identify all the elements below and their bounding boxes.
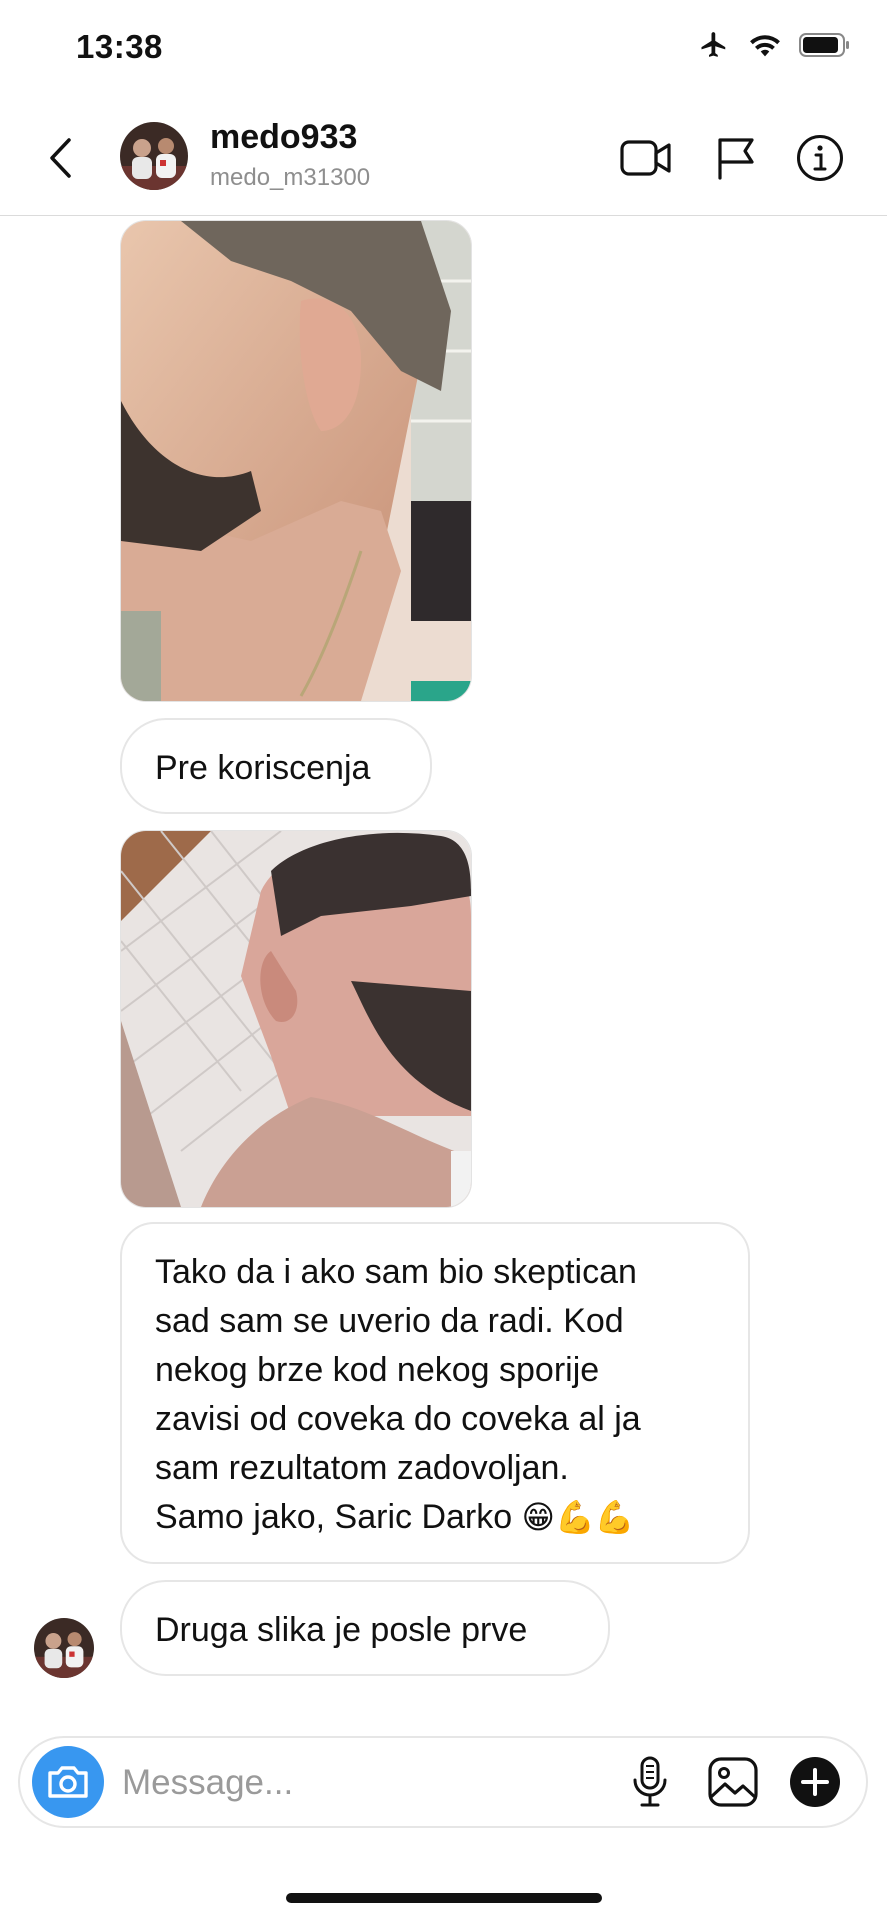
video-call-button[interactable] (620, 132, 672, 184)
battery-icon (799, 33, 849, 57)
message-line: sad sam se uverio da radi. Kod (155, 1302, 624, 1340)
gallery-button[interactable] (703, 1752, 763, 1812)
header-username[interactable]: medo933 (210, 118, 357, 157)
message-line: sam rezultatom zadovoljan. (155, 1449, 569, 1487)
message-line-last: Samo jako, Saric Darko 😁💪💪 (155, 1493, 715, 1542)
message-line: zavisi od coveka do coveka al ja (155, 1400, 641, 1438)
home-indicator[interactable] (286, 1893, 602, 1903)
status-bar: 13:38 (0, 0, 887, 100)
header-handle: medo_m31300 (210, 164, 371, 191)
status-time: 13:38 (76, 28, 163, 65)
plus-icon (790, 1757, 840, 1807)
sender-avatar[interactable] (34, 1618, 94, 1678)
microphone-icon (633, 1756, 667, 1807)
message-bubble-last[interactable]: Druga slika je posle prve (120, 1580, 610, 1676)
photo-message-before[interactable] (120, 220, 472, 702)
gallery-icon (708, 1757, 758, 1807)
voice-message-button[interactable] (620, 1752, 680, 1812)
photo-message-after[interactable] (120, 830, 472, 1208)
report-button[interactable] (710, 132, 762, 184)
airplane-icon (701, 32, 726, 57)
message-line: Samo jako, Saric Darko (155, 1498, 513, 1536)
more-options-button[interactable] (785, 1752, 845, 1812)
message-input[interactable] (120, 1752, 504, 1814)
emoji-group: 😁💪💪 (521, 1498, 635, 1536)
message-line: nekog brze kod nekog sporije (155, 1351, 600, 1389)
status-icons (697, 30, 851, 60)
message-line: Tako da i ako sam bio skeptican (155, 1253, 637, 1291)
conversation-header: medo933 medo_m31300 (0, 100, 887, 216)
info-button[interactable] (794, 132, 846, 184)
avatar[interactable] (120, 122, 188, 190)
message-bubble-caption[interactable]: Pre koriscenja (120, 718, 432, 814)
message-composer (18, 1736, 868, 1828)
camera-button[interactable] (32, 1746, 104, 1818)
message-text: Druga slika je posle prve (155, 1611, 528, 1649)
message-bubble-long[interactable]: Tako da i ako sam bio skeptican sad sam … (120, 1222, 750, 1564)
wifi-icon (750, 35, 780, 57)
info-icon (797, 135, 843, 181)
flag-icon (718, 138, 754, 180)
camera-icon (48, 1766, 88, 1798)
message-text: Pre koriscenja (155, 749, 371, 787)
back-chevron-icon (50, 138, 71, 178)
back-button[interactable] (40, 134, 80, 182)
video-call-icon (620, 140, 671, 176)
